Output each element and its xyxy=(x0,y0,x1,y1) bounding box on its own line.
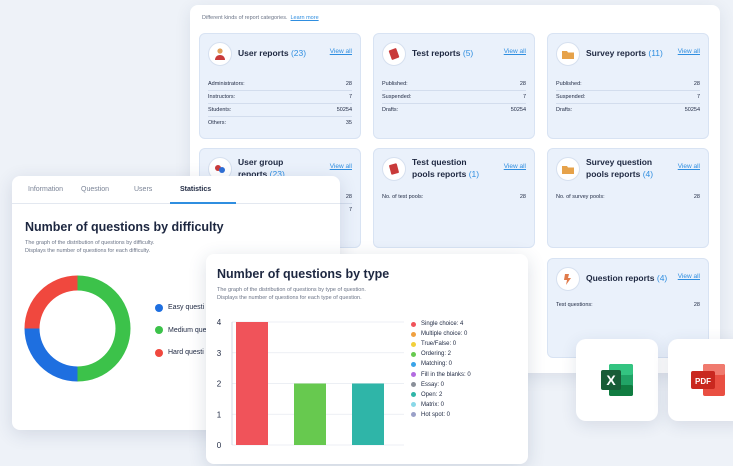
report-row: Suspended: 7 xyxy=(556,91,700,104)
user-group-reports-view-all[interactable]: View all xyxy=(330,163,352,170)
y-tick-label: 0 xyxy=(217,441,222,450)
tab-question[interactable]: Question xyxy=(81,186,109,193)
difficulty-chart-description: The graph of the distribution of questio… xyxy=(25,240,155,254)
y-tick-label: 4 xyxy=(217,318,222,327)
report-row: Test questions: 28 xyxy=(556,302,700,308)
legend-hard[interactable]: Hard questi xyxy=(155,347,207,358)
user-reports-icon xyxy=(208,42,232,66)
test-pools-view-all[interactable]: View all xyxy=(504,163,526,170)
user-reports-view-all[interactable]: View all xyxy=(330,48,352,55)
difficulty-legend: Easy questi Medium que Hard questi xyxy=(155,302,207,370)
survey-reports-view-all[interactable]: View all xyxy=(678,48,700,55)
donut-slice-hard-questions[interactable] xyxy=(24,275,78,329)
type-panel: 0 1 2 3 4 Number of questions by type The gr… xyxy=(206,254,528,464)
difficulty-donut-chart xyxy=(24,275,131,382)
report-row: No. of test pools: 28 xyxy=(382,194,526,200)
y-tick-label: 1 xyxy=(217,410,222,419)
bar-ordering[interactable] xyxy=(294,383,326,446)
survey-pools-reports-title: Survey question pools reports (4) xyxy=(586,157,654,179)
test-pools-icon xyxy=(382,157,406,181)
survey-reports-title: Survey reports (11) xyxy=(586,48,663,58)
question-reports-icon xyxy=(556,267,580,291)
tab-information[interactable]: Information xyxy=(28,186,63,193)
excel-icon: X xyxy=(601,364,633,396)
legend-easy[interactable]: Easy questi xyxy=(155,302,207,313)
test-pools-reports-title: Test question pools reports (1) xyxy=(412,157,480,179)
legend-matrix[interactable]: Matrix: 0 xyxy=(411,400,471,410)
reports-hint-text: Different kinds of report categories. xyxy=(202,15,288,21)
legend-ordering[interactable]: Ordering: 2 xyxy=(411,349,471,359)
legend-medium[interactable]: Medium que xyxy=(155,325,207,336)
legend-multiple-choice[interactable]: Multiple choice: 0 xyxy=(411,329,471,339)
bar-single-choice[interactable] xyxy=(236,322,268,445)
report-row: Drafts: 50254 xyxy=(556,107,700,113)
y-tick-label: 2 xyxy=(217,380,222,389)
survey-reports-card[interactable]: Survey reports (11) View all Published: 2… xyxy=(547,33,709,139)
report-row: Instructors: 7 xyxy=(208,91,352,104)
statistics-tabs: Information Question Users Statistics xyxy=(12,176,340,204)
learn-more-link[interactable]: Learn more xyxy=(291,15,319,21)
report-row: Suspended: 7 xyxy=(382,91,526,104)
type-chart-title: Number of questions by type xyxy=(217,267,390,281)
legend-essay[interactable]: Essay: 0 xyxy=(411,380,471,390)
type-chart-description: The graph of the distribution of questio… xyxy=(217,287,366,301)
question-reports-view-all[interactable]: View all xyxy=(678,273,700,280)
survey-pools-view-all[interactable]: View all xyxy=(678,163,700,170)
donut-slice-medium-questions[interactable] xyxy=(77,275,131,382)
report-row: Published: 28 xyxy=(382,78,526,91)
survey-pools-icon xyxy=(556,157,580,181)
type-legend: Single choice: 4 Multiple choice: 0 True… xyxy=(411,319,471,420)
report-row: Administrators: 28 xyxy=(208,78,352,91)
pdf-icon: PDF xyxy=(691,364,725,396)
survey-pools-reports-card[interactable]: Survey question pools reports (4) View al… xyxy=(547,148,709,248)
report-row: Students: 50254 xyxy=(208,104,352,117)
legend-open[interactable]: Open: 2 xyxy=(411,390,471,400)
tab-statistics[interactable]: Statistics xyxy=(180,186,211,193)
pdf-icon-letters: PDF xyxy=(695,377,711,386)
export-excel-button[interactable]: X xyxy=(576,339,658,421)
legend-fill-blanks[interactable]: Fill in the blanks: 0 xyxy=(411,369,471,379)
bar-open[interactable] xyxy=(352,383,384,446)
legend-matching[interactable]: Matching: 0 xyxy=(411,359,471,369)
report-row: Others: 35 xyxy=(208,120,352,126)
export-pdf-button[interactable]: PDF xyxy=(668,339,733,421)
donut-slice-easy-questions[interactable] xyxy=(24,328,78,382)
legend-single-choice[interactable]: Single choice: 4 xyxy=(411,319,471,329)
question-reports-title: Question reports (4) xyxy=(586,273,668,283)
test-reports-view-all[interactable]: View all xyxy=(504,48,526,55)
report-row: Drafts: 50254 xyxy=(382,107,526,113)
excel-icon-letter: X xyxy=(606,372,616,388)
legend-true-false[interactable]: True/False: 0 xyxy=(411,339,471,349)
report-row: Published: 28 xyxy=(556,78,700,91)
user-reports-card[interactable]: User reports (23) View all Administrator… xyxy=(199,33,361,139)
test-reports-card[interactable]: Test reports (5) View all Published: 28 S… xyxy=(373,33,535,139)
reports-hint: Different kinds of report categories. Lea… xyxy=(202,15,319,21)
report-row: No. of survey pools: 28 xyxy=(556,194,700,200)
tab-users[interactable]: Users xyxy=(134,186,152,193)
test-reports-title: Test reports (5) xyxy=(412,48,474,58)
test-pools-reports-card[interactable]: Test question pools reports (1) View all … xyxy=(373,148,535,248)
survey-reports-icon xyxy=(556,42,580,66)
active-tab-indicator xyxy=(170,202,236,204)
user-reports-title: User reports (23) xyxy=(238,48,307,58)
y-tick-label: 3 xyxy=(217,349,222,358)
legend-hot-spot[interactable]: Hot spot: 0 xyxy=(411,410,471,420)
difficulty-chart-title: Number of questions by difficulty xyxy=(25,220,224,234)
test-reports-icon xyxy=(382,42,406,66)
